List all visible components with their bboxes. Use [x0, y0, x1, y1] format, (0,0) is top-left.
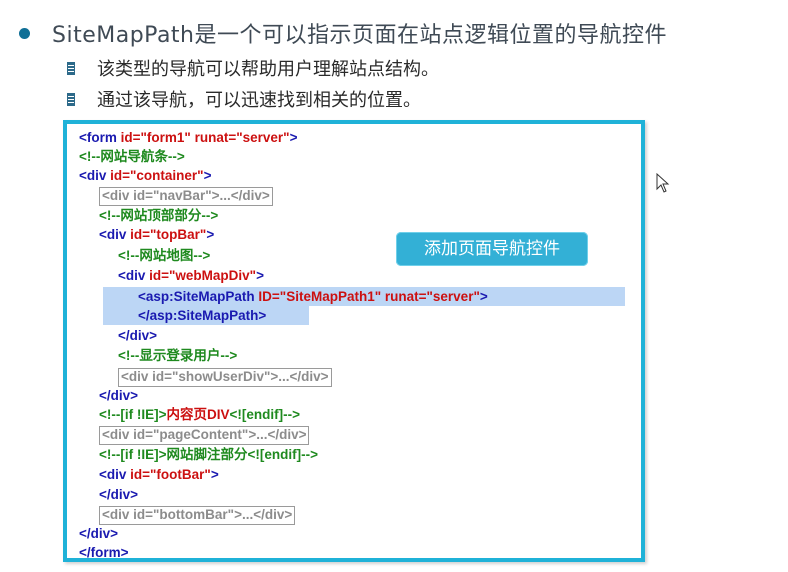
comment-text: <!--网站顶部部分--> — [99, 208, 219, 223]
attr-text: ID="SiteMapPath1" — [258, 289, 385, 304]
code-line: <!--显示登录用户--> — [118, 346, 237, 365]
attr-text: id="footBar" — [130, 467, 211, 482]
comment-text: <!--网站地图--> — [118, 248, 211, 263]
attr-text: runat="server" — [384, 289, 480, 304]
sub-point-text: 通过该导航，可以迅速找到相关的位置。 — [97, 90, 421, 111]
code-line: </asp:SiteMapPath> — [138, 306, 266, 325]
sub-bullet-icon — [67, 92, 75, 106]
tag-text: > — [479, 289, 488, 304]
attr-text: id="topBar" — [130, 227, 207, 242]
code-box: <form id="form1" runat="server"> <!--网站导… — [63, 120, 645, 562]
code-line: <!--网站顶部部分--> — [99, 206, 218, 225]
tag-text: </div> — [118, 328, 158, 343]
code-line: <div id="showUserDiv">...</div> — [118, 367, 332, 387]
comment-text: <!--显示登录用户--> — [118, 348, 238, 363]
code-line: </div> — [99, 386, 138, 405]
code-line: </div> — [99, 485, 138, 504]
attr-text: runat="server" — [194, 130, 290, 145]
tag-text: > — [203, 168, 212, 183]
code-line: <div id="pageContent">...</div> — [99, 425, 310, 445]
comment-text: <![endif]--> — [247, 447, 319, 462]
code-line: <div id="navBar">...</div> — [99, 186, 273, 206]
sub-point-text: 该类型的导航可以帮助用户理解站点结构。 — [97, 59, 439, 80]
code-line: </div> — [79, 524, 118, 543]
code-line: <form id="form1" runat="server"> — [79, 128, 297, 147]
tag-text: </div> — [99, 388, 139, 403]
sub-bullet-icon — [67, 61, 75, 75]
tag-text: <div — [79, 168, 111, 183]
code-line: <!--网站地图--> — [118, 246, 210, 265]
tag-text: <asp:SiteMapPath — [138, 289, 259, 304]
code-line: <!--[if !IE]>网站脚注部分<![endif]--> — [99, 445, 318, 464]
comment-text: <!--[if !IE]> — [99, 407, 167, 422]
attr-text: id="form1" — [120, 130, 195, 145]
bullet-dot-icon — [19, 27, 30, 39]
comment-text: <![endif]--> — [229, 407, 301, 422]
code-line: <!--网站导航条--> — [79, 147, 185, 166]
tag-text: <div — [99, 227, 131, 242]
code-line: <div id="webMapDiv"> — [118, 266, 264, 285]
main-bullet: SiteMapPath是一个可以指示页面在站点逻辑位置的导航控件 — [19, 17, 667, 49]
code-listing: <form id="form1" runat="server"> <!--网站导… — [67, 124, 641, 560]
tag-text: > — [210, 467, 219, 482]
tag-text: <div — [99, 467, 131, 482]
tag-text: > — [256, 268, 264, 283]
tag-text: </asp:SiteMapPath> — [138, 308, 267, 323]
sub-point-2: 通过该导航，可以迅速找到相关的位置。 — [67, 86, 421, 112]
code-line: </form> — [79, 543, 129, 562]
collapsed-block[interactable]: <div id="bottomBar">...</div> — [99, 506, 296, 525]
comment-label: 网站脚注部分 — [166, 447, 248, 462]
sub-point-1: 该类型的导航可以帮助用户理解站点结构。 — [67, 55, 439, 81]
comment-text: <!--[if !IE]> — [99, 447, 167, 462]
tag-text: > — [289, 130, 298, 145]
attr-text: id="webMapDiv" — [149, 268, 257, 283]
code-line: <!--[if !IE]>内容页DIV<![endif]--> — [99, 405, 300, 424]
callout-badge: 添加页面导航控件 — [396, 232, 588, 266]
code-line: <div id="topBar"> — [99, 225, 214, 244]
mouse-pointer-icon — [656, 173, 670, 193]
attr-text: id="container" — [110, 168, 204, 183]
tag-text: </div> — [99, 487, 139, 502]
tag-text: </form> — [79, 545, 129, 560]
code-line: <div id="bottomBar">...</div> — [99, 505, 296, 525]
collapsed-block[interactable]: <div id="pageContent">...</div> — [99, 426, 310, 445]
comment-text: <!--网站导航条--> — [79, 149, 185, 164]
tag-text: <form — [79, 130, 121, 145]
tag-text: <div — [118, 268, 150, 283]
slide-title: SiteMapPath是一个可以指示页面在站点逻辑位置的导航控件 — [52, 23, 667, 48]
code-line: <div id="container"> — [79, 166, 211, 185]
comment-label: 内容页DIV — [166, 407, 230, 422]
tag-text: </div> — [79, 526, 119, 541]
collapsed-block[interactable]: <div id="showUserDiv">...</div> — [118, 368, 332, 387]
code-line: <asp:SiteMapPath ID="SiteMapPath1" runat… — [138, 287, 488, 306]
code-line: <div id="footBar"> — [99, 465, 219, 484]
collapsed-block[interactable]: <div id="navBar">...</div> — [99, 187, 273, 206]
code-line: </div> — [118, 326, 157, 345]
tag-text: > — [206, 227, 215, 242]
